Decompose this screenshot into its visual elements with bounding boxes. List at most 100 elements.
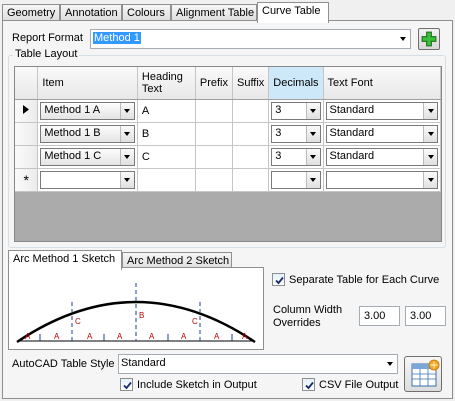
suffix-cell[interactable]: [232, 168, 270, 192]
autocad-table-style-value: Standard: [121, 357, 166, 369]
tab-curve-table-label: Curve Table: [262, 5, 321, 17]
text-font-cell[interactable]: Standard: [323, 122, 441, 146]
chevron-down-icon[interactable]: [305, 102, 320, 119]
table-row[interactable]: Method 1 C C 3 Standard: [15, 145, 441, 169]
csv-output-checkbox[interactable]: CSV File Output: [302, 378, 398, 391]
chevron-down-icon[interactable]: [119, 102, 134, 119]
decimals-cell[interactable]: [268, 168, 324, 192]
column-header-heading-text[interactable]: Heading Text: [137, 67, 196, 100]
prefix-cell[interactable]: [195, 99, 233, 123]
decimals-dropdown[interactable]: 3: [271, 124, 321, 143]
heading-text-value: C: [141, 150, 150, 163]
heading-text-cell[interactable]: C: [137, 145, 196, 169]
table-layout-label: Table Layout: [13, 48, 80, 60]
column-header-text-font[interactable]: Text Font: [323, 67, 441, 100]
suffix-cell[interactable]: [232, 145, 270, 169]
chevron-down-icon[interactable]: [305, 125, 320, 142]
chevron-down-icon[interactable]: [423, 125, 437, 142]
suffix-cell[interactable]: [232, 122, 270, 146]
chevron-down-icon[interactable]: [423, 171, 437, 188]
text-font-cell[interactable]: Standard: [323, 99, 441, 123]
column-header-suffix-label: Suffix: [236, 76, 265, 89]
column-header-item[interactable]: Item: [37, 67, 138, 100]
heading-text-value: [139, 174, 142, 186]
prefix-cell[interactable]: [195, 168, 233, 192]
chevron-down-icon[interactable]: [119, 171, 134, 188]
row-selector[interactable]: [15, 145, 39, 169]
new-table-row[interactable]: *: [15, 168, 441, 192]
decimals-cell[interactable]: 3: [268, 145, 324, 169]
decimals-cell[interactable]: 3: [268, 99, 324, 123]
autocad-table-style-dropdown[interactable]: Standard: [118, 354, 398, 374]
table-row[interactable]: Method 1 B B 3 Standard: [15, 122, 441, 146]
column-header-decimals[interactable]: Decimals: [268, 67, 324, 100]
decimals-cell[interactable]: 3: [268, 122, 324, 146]
item-cell[interactable]: Method 1 C: [37, 145, 138, 169]
tab-curve-table[interactable]: Curve Table: [257, 2, 329, 23]
item-dropdown[interactable]: Method 1 A: [40, 101, 135, 120]
add-format-button[interactable]: [418, 28, 440, 50]
row-selector[interactable]: [15, 99, 39, 123]
report-format-dropdown[interactable]: Method 1: [90, 29, 411, 49]
chevron-down-icon[interactable]: [119, 125, 134, 142]
column-header-heading-text-label: Heading Text: [141, 70, 183, 95]
decimals-dropdown[interactable]: [271, 170, 321, 189]
current-row-arrow-icon: [23, 104, 30, 114]
text-font-dropdown[interactable]: [325, 170, 438, 189]
prefix-cell[interactable]: [195, 122, 233, 146]
column-header-prefix[interactable]: Prefix: [195, 67, 233, 100]
sketch-label-a: A: [242, 332, 248, 341]
chevron-down-icon[interactable]: [395, 30, 410, 48]
prefix-value: [197, 174, 200, 186]
row-selector[interactable]: *: [15, 168, 39, 192]
column-width-override-2[interactable]: 3.00: [405, 306, 446, 326]
text-font-cell[interactable]: Standard: [323, 145, 441, 169]
separate-table-checkbox[interactable]: Separate Table for Each Curve: [272, 273, 439, 286]
column-width-override-1[interactable]: 3.00: [359, 306, 400, 326]
chevron-down-icon[interactable]: [423, 148, 437, 165]
column-header-prefix-label: Prefix: [199, 76, 228, 89]
chevron-down-icon[interactable]: [305, 171, 320, 188]
text-font-dropdown[interactable]: Standard: [325, 124, 438, 143]
column-header-suffix[interactable]: Suffix: [232, 67, 270, 100]
chevron-down-icon[interactable]: [305, 148, 320, 165]
item-cell[interactable]: [37, 168, 138, 192]
item-dropdown[interactable]: Method 1 C: [40, 147, 135, 166]
column-width-value-1: 3.00: [364, 310, 386, 322]
table-layout-grid: Item Heading Text Prefix Suffix Decimals…: [14, 66, 442, 242]
heading-text-cell[interactable]: B: [137, 122, 196, 146]
text-font-dropdown[interactable]: Standard: [325, 101, 438, 120]
text-font-dropdown[interactable]: Standard: [325, 147, 438, 166]
decimals-dropdown[interactable]: 3: [271, 101, 321, 120]
item-dropdown[interactable]: [40, 170, 135, 189]
separate-table-check[interactable]: [272, 273, 285, 286]
decimals-dropdown[interactable]: 3: [271, 147, 321, 166]
csv-output-check[interactable]: [302, 378, 315, 391]
row-selector[interactable]: [15, 122, 39, 146]
chevron-down-icon[interactable]: [423, 102, 437, 119]
item-cell[interactable]: Method 1 B: [37, 122, 138, 146]
insert-table-button[interactable]: [404, 356, 442, 392]
table-row[interactable]: Method 1 A A 3 Standard: [15, 99, 441, 123]
include-sketch-label: Include Sketch in Output: [137, 378, 257, 391]
corner-header: [15, 67, 39, 100]
sketch-label-a: A: [25, 332, 31, 341]
tab-arc-method-1-sketch[interactable]: Arc Method 1 Sketch: [8, 250, 122, 270]
heading-text-cell[interactable]: A: [137, 99, 196, 123]
chevron-down-icon[interactable]: [382, 355, 397, 373]
sketch-label-a: A: [214, 332, 220, 341]
heading-text-value: A: [141, 104, 150, 117]
report-format-value: Method 1: [93, 32, 141, 44]
include-sketch-checkbox[interactable]: Include Sketch in Output: [120, 378, 257, 391]
item-cell[interactable]: Method 1 A: [37, 99, 138, 123]
text-font-cell[interactable]: [323, 168, 441, 192]
chevron-down-icon[interactable]: [119, 148, 134, 165]
item-dropdown[interactable]: Method 1 B: [40, 124, 135, 143]
include-sketch-check[interactable]: [120, 378, 133, 391]
suffix-cell[interactable]: [232, 99, 270, 123]
prefix-cell[interactable]: [195, 145, 233, 169]
text-font-value: Standard: [329, 103, 375, 116]
heading-text-cell[interactable]: [137, 168, 196, 192]
decimals-value: 3: [275, 126, 282, 139]
tab-colours-label: Colours: [127, 7, 165, 19]
